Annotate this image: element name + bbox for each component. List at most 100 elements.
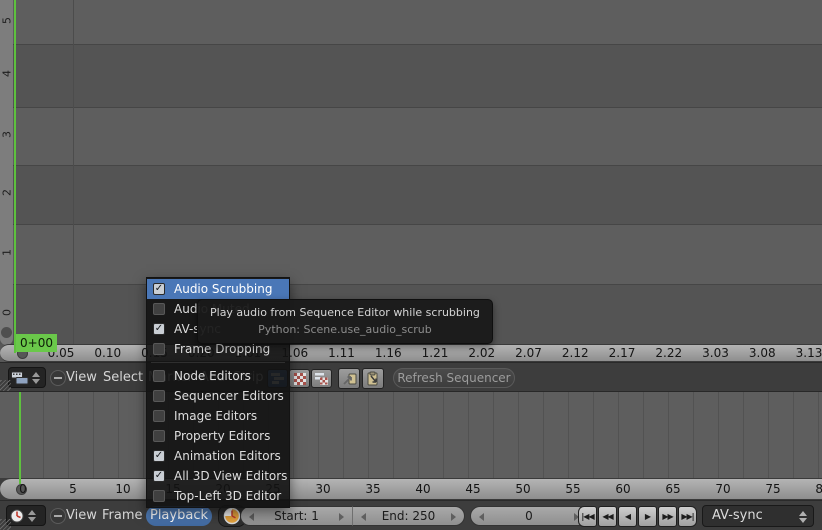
- seq-ruler-tick: 2.22: [655, 346, 683, 360]
- timeline-gridline: [643, 392, 644, 478]
- checkbox-unchecked-icon[interactable]: [153, 343, 165, 355]
- menu-item-node-editors[interactable]: Node Editors: [147, 366, 289, 386]
- jump-to-next-keyframe-button[interactable]: ▶▶: [658, 506, 677, 527]
- seq-ruler-tick: 3.13: [795, 346, 822, 360]
- view-type-preview-toggle[interactable]: [289, 369, 310, 388]
- checkbox-unchecked-icon[interactable]: [153, 430, 165, 442]
- paste-strips-button[interactable]: [362, 368, 384, 389]
- checkbox-checked-icon[interactable]: ✓: [153, 283, 165, 295]
- seq-ruler-tick: 3.03: [702, 346, 729, 360]
- orange-clock-icon: [223, 507, 241, 525]
- scrollbar-knob[interactable]: [1, 327, 12, 338]
- collapse-menus-button[interactable]: [50, 508, 66, 524]
- play-button[interactable]: ▶: [638, 506, 657, 527]
- jump-to-prev-keyframe-button[interactable]: ◀◀: [598, 506, 617, 527]
- menu-select[interactable]: Select: [103, 363, 143, 393]
- timeline-ruler-tick: 75: [765, 482, 781, 496]
- channel-number-label: 4: [0, 70, 14, 77]
- menu-item-label: Frame Dropping: [174, 342, 271, 356]
- checkbox-unchecked-icon[interactable]: [153, 490, 165, 502]
- timeline-ruler-tick: 60: [615, 482, 631, 496]
- menu-item-label: Property Editors: [174, 429, 271, 443]
- copy-strips-button[interactable]: [338, 368, 360, 389]
- menu-item-sequencer-editors[interactable]: Sequencer Editors: [147, 386, 289, 406]
- menu-frame[interactable]: Frame: [102, 501, 143, 530]
- timeline-gridline: [493, 392, 494, 478]
- checkbox-unchecked-icon[interactable]: [153, 410, 165, 422]
- timeline-ruler-tick: 35: [365, 482, 381, 496]
- seq-ruler-tick: 1.21: [421, 346, 449, 360]
- resize-grip-icon[interactable]: [0, 380, 11, 391]
- increment-arrow-icon[interactable]: [451, 513, 456, 521]
- play-reverse-button[interactable]: ◀: [618, 506, 637, 527]
- menu-item-audio-scrubbing[interactable]: ✓ Audio Scrubbing: [147, 279, 289, 299]
- timeline-frame-scrollbar[interactable]: 05101520253035404550556065707580: [0, 478, 822, 500]
- increment-arrow-icon[interactable]: [339, 513, 344, 521]
- menu-view[interactable]: View: [66, 363, 97, 393]
- checkbox-checked-icon[interactable]: ✓: [153, 323, 165, 335]
- seq-ruler-tick: 2.17: [608, 346, 636, 360]
- channel-separator: [0, 107, 822, 108]
- end-frame-field[interactable]: End: 250: [352, 506, 465, 526]
- timeline-gridline: [393, 392, 394, 478]
- channel-separator: [0, 165, 822, 166]
- current-frame-field[interactable]: 0: [470, 506, 588, 526]
- menu-item-all-3d-view-editors[interactable]: ✓ All 3D View Editors: [147, 466, 289, 486]
- timeline-gridline: [143, 392, 144, 478]
- timeline-gridline: [718, 392, 719, 478]
- menu-playback-active[interactable]: Playback: [146, 506, 212, 526]
- timeline-gridline: [618, 392, 619, 478]
- channel-number-label: 2: [0, 189, 14, 196]
- channel-number-label: 5: [0, 17, 14, 24]
- decrement-arrow-icon[interactable]: [479, 513, 484, 521]
- menu-item-animation-editors[interactable]: ✓ Animation Editors: [147, 446, 289, 466]
- channel-band: [0, 44, 822, 107]
- menu-item-top-left-3d-editor[interactable]: Top-Left 3D Editor: [147, 486, 289, 506]
- sequencer-playhead[interactable]: [14, 0, 16, 353]
- collapse-menus-button[interactable]: [50, 370, 66, 386]
- menu-item-property-editors[interactable]: Property Editors: [147, 426, 289, 446]
- current-frame-label[interactable]: 0+00: [16, 334, 57, 352]
- refresh-sequencer-button[interactable]: Refresh Sequencer: [393, 368, 515, 388]
- sequencer-vertical-scrollbar[interactable]: [0, 0, 13, 345]
- menu-separator: [151, 362, 285, 363]
- timeline-playhead[interactable]: [19, 392, 21, 484]
- start-frame-value: Start: 1: [274, 509, 319, 523]
- checkbox-unchecked-icon[interactable]: [153, 390, 165, 402]
- jump-to-start-button[interactable]: |◀◀: [578, 506, 597, 527]
- timeline-gridline: [518, 392, 519, 478]
- decrement-arrow-icon[interactable]: [249, 513, 254, 521]
- menu-item-image-editors[interactable]: Image Editors: [147, 406, 289, 426]
- timeline-area[interactable]: [0, 392, 822, 478]
- editor-type-selector[interactable]: [8, 367, 46, 388]
- checkbox-unchecked-icon[interactable]: [153, 303, 165, 315]
- menu-item-label: Sequencer Editors: [174, 389, 284, 403]
- channel-separator: [0, 44, 822, 45]
- timeline-header: View Frame Playback Start: 1 End: 250 0 |◀…: [0, 500, 822, 530]
- checkbox-checked-icon[interactable]: ✓: [153, 450, 165, 462]
- menu-item-label: Animation Editors: [174, 449, 281, 463]
- start-frame-field[interactable]: Start: 1: [240, 506, 352, 526]
- timeline-ruler-tick: 70: [715, 482, 731, 496]
- end-frame-value: End: 250: [381, 509, 436, 523]
- seq-ruler-tick: 0.10: [94, 346, 122, 360]
- resize-grip-icon[interactable]: [0, 519, 11, 530]
- timeline-gridline: [93, 392, 94, 478]
- tooltip-python-text: Python: Scene.use_audio_scrub: [258, 323, 432, 336]
- channel-number-label: 1: [0, 249, 14, 256]
- menu-view[interactable]: View: [66, 501, 97, 530]
- jump-to-end-button[interactable]: ▶▶|: [678, 506, 697, 527]
- sync-mode-dropdown[interactable]: AV-sync: [702, 505, 814, 527]
- seq-ruler-tick: 2.12: [561, 346, 589, 360]
- timeline-gridline: [468, 392, 469, 478]
- view-type-sequence-preview-toggle[interactable]: [311, 369, 332, 388]
- sequencer-time-scrollbar[interactable]: 0.050.100.150.201.011.061.111.161.212.02…: [0, 344, 822, 362]
- decrement-arrow-icon[interactable]: [361, 513, 366, 521]
- strips-and-checker-icon: [315, 372, 328, 385]
- checkbox-unchecked-icon[interactable]: [153, 370, 165, 382]
- seq-ruler-tick: 2.02: [468, 346, 496, 360]
- editor-type-selector[interactable]: [6, 505, 46, 526]
- checkbox-checked-icon[interactable]: ✓: [153, 470, 165, 482]
- current-frame-value: 0: [525, 509, 533, 523]
- timeline-ruler-tick: 30: [315, 482, 331, 496]
